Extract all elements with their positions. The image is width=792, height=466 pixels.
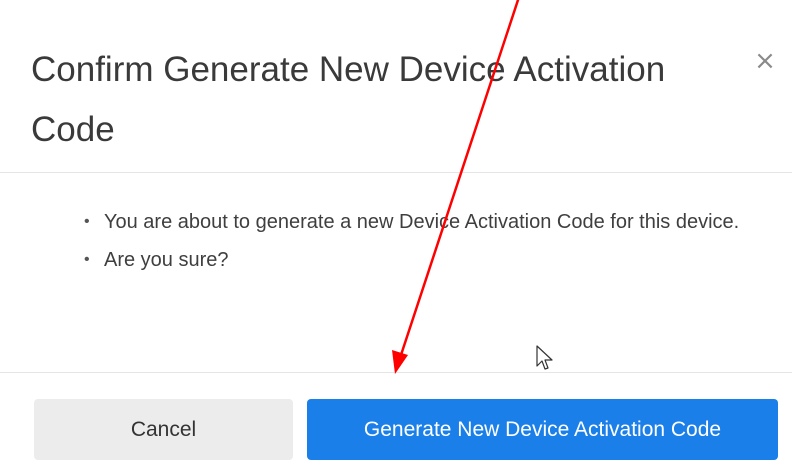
dialog-footer: Cancel Generate New Device Activation Co… <box>0 372 792 466</box>
dialog-header: Confirm Generate New Device Activation C… <box>0 0 792 173</box>
bullet-icon: • <box>84 213 90 230</box>
close-icon[interactable]: × <box>748 44 782 78</box>
cancel-button[interactable]: Cancel <box>34 399 293 460</box>
list-item: • Are you sure? <box>84 241 764 279</box>
confirm-dialog: Confirm Generate New Device Activation C… <box>0 0 792 466</box>
dialog-title: Confirm Generate New Device Activation C… <box>31 50 666 149</box>
bullet-icon: • <box>84 251 90 268</box>
message-list: • You are about to generate a new Device… <box>84 203 764 279</box>
list-item: • You are about to generate a new Device… <box>84 203 764 241</box>
generate-code-button[interactable]: Generate New Device Activation Code <box>307 399 778 460</box>
dialog-body: • You are about to generate a new Device… <box>0 173 792 371</box>
message-text: Are you sure? <box>104 249 229 271</box>
message-text: You are about to generate a new Device A… <box>104 211 740 233</box>
